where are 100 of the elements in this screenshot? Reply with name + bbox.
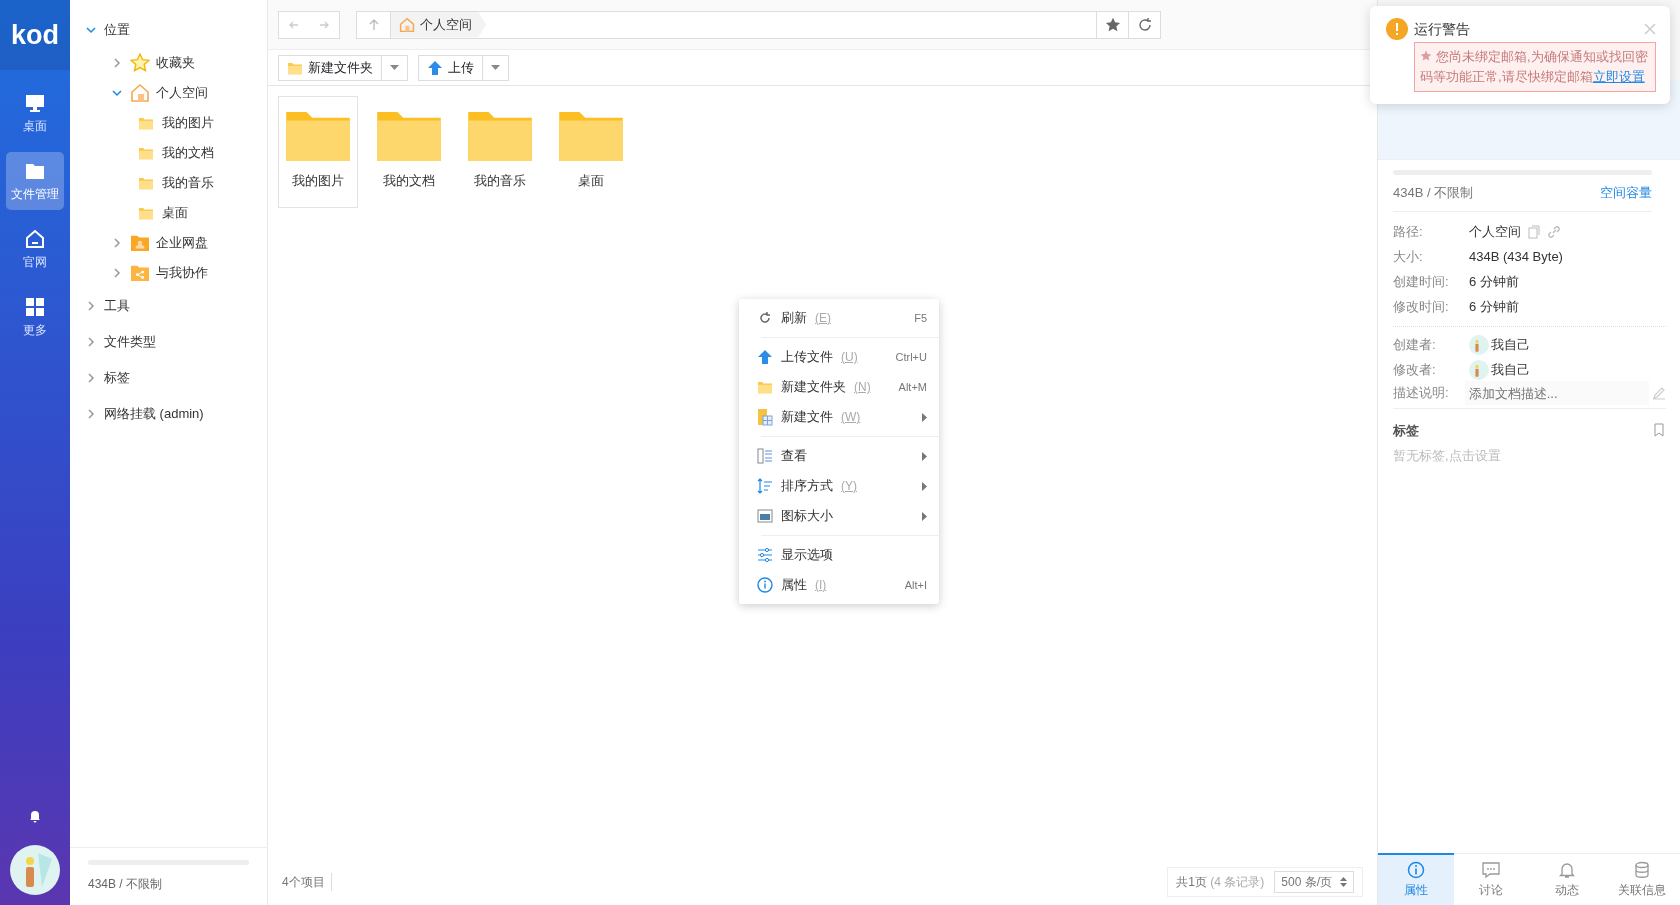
spinner-arrows-icon[interactable] — [1340, 877, 1347, 887]
sort-icon — [757, 478, 773, 494]
tree-item[interactable]: 与我协作 — [70, 258, 267, 288]
tree-item[interactable]: 个人空间 — [70, 78, 267, 108]
home-icon — [130, 83, 150, 103]
database-icon[interactable] — [1633, 860, 1652, 879]
per-page-select[interactable]: 500 条/页 — [1274, 871, 1354, 893]
file-item[interactable]: 我的文档 — [369, 96, 449, 208]
property-label: 修改者: — [1393, 361, 1437, 380]
info-icon[interactable] — [1406, 861, 1425, 879]
menu-item[interactable]: 排序方式 (Y) — [739, 471, 939, 501]
folder-user-icon — [130, 234, 150, 252]
star-icon — [1420, 50, 1432, 62]
chat-icon[interactable] — [1482, 860, 1501, 879]
sliders-icon — [757, 547, 773, 563]
logo: kod — [0, 0, 70, 70]
property-label: 修改时间: — [1393, 298, 1450, 317]
bell-icon[interactable] — [28, 809, 42, 823]
avatar-icon — [1469, 335, 1489, 355]
menu-item[interactable]: 图标大小 — [739, 501, 939, 531]
folder-icon — [468, 109, 532, 161]
menu-item[interactable]: 属性 (I) Alt+I — [739, 570, 939, 600]
folder-icon — [757, 380, 773, 394]
file-item[interactable]: 我的图片 — [278, 96, 358, 208]
tree-item[interactable]: 我的图片 — [70, 108, 267, 138]
copy-icon[interactable] — [1527, 225, 1541, 239]
avatar-icon[interactable] — [10, 845, 60, 895]
section-title: 标签 — [1393, 421, 1419, 440]
caret-icon[interactable] — [390, 65, 399, 70]
property-value: 434B (434 Byte) — [1469, 248, 1563, 267]
folder-icon — [287, 60, 303, 75]
tree-item[interactable]: 桌面 — [70, 198, 267, 228]
property-label: 路径: — [1393, 223, 1424, 242]
file-icon — [757, 408, 773, 426]
refresh-icon — [759, 312, 771, 324]
property-label: 大小: — [1393, 248, 1424, 267]
nav-item[interactable]: 官网 — [6, 220, 64, 278]
property-value: 我自己 — [1491, 336, 1530, 355]
tree-item[interactable]: 收藏夹 — [70, 48, 267, 78]
property-value: 个人空间 — [1469, 223, 1521, 242]
description-field[interactable]: 添加文档描述... — [1464, 381, 1649, 405]
submenu-arrow-icon — [922, 511, 927, 521]
storage-text: 434B / 不限制 — [1393, 184, 1474, 202]
grid-icon[interactable] — [24, 295, 46, 318]
close-icon[interactable] — [1644, 23, 1656, 35]
home-icon — [399, 16, 415, 33]
folder-icon — [138, 176, 154, 190]
tree-item[interactable]: 位置 — [70, 12, 267, 48]
menu-item[interactable]: 上传文件 (U) Ctrl+U — [739, 342, 939, 372]
folder-icon — [138, 116, 154, 130]
info-icon — [757, 577, 773, 593]
refresh-icon[interactable] — [1136, 16, 1153, 33]
property-value: 6 分钟前 — [1469, 298, 1519, 317]
menu-item[interactable]: 新建文件 (W) — [739, 402, 939, 432]
tree-item[interactable]: 我的文档 — [70, 138, 267, 168]
nav-item[interactable]: 桌面 — [6, 84, 64, 142]
file-item[interactable]: 桌面 — [551, 96, 631, 208]
nav-item[interactable]: 更多 — [6, 288, 64, 346]
submenu-arrow-icon — [922, 412, 927, 422]
star-icon — [130, 53, 150, 73]
upload-icon — [427, 59, 443, 76]
edit-icon[interactable] — [1652, 386, 1666, 400]
tree-item[interactable]: 网络挂载 (admin) — [70, 396, 267, 432]
folder-icon — [559, 109, 623, 161]
tree-item[interactable]: 企业网盘 — [70, 228, 267, 258]
breadcrumb-item[interactable]: 个人空间 — [391, 11, 486, 38]
bookmark-icon[interactable] — [1652, 423, 1666, 438]
tree-item[interactable]: 文件类型 — [70, 324, 267, 360]
storage-link[interactable]: 空间容量 — [1600, 183, 1652, 203]
alert-message: 您尚未绑定邮箱,为确保通知或找回密码等功能正常,请尽快绑定邮箱立即设置 — [1414, 42, 1656, 92]
folder-icon — [138, 146, 154, 160]
caret-icon[interactable] — [491, 65, 500, 70]
file-item[interactable]: 我的音乐 — [460, 96, 540, 208]
home-icon[interactable] — [24, 227, 46, 250]
tab[interactable]: 动态 — [1529, 853, 1605, 905]
list-view-icon — [757, 448, 773, 464]
property-label: 创建时间: — [1393, 273, 1450, 292]
menu-item[interactable]: 刷新 (E) F5 — [739, 303, 939, 333]
address-bar[interactable]: 个人空间 — [356, 10, 1161, 39]
image-icon — [757, 509, 773, 523]
tree-item[interactable]: 工具 — [70, 288, 267, 324]
tree-item[interactable]: 我的音乐 — [70, 168, 267, 198]
property-label: 描述说明: — [1393, 384, 1450, 403]
submenu-arrow-icon — [922, 451, 927, 461]
avatar-icon — [1469, 360, 1489, 380]
folder-icon — [286, 109, 350, 161]
page-info: 共1页 (4 条记录) — [1176, 874, 1265, 891]
tree-item[interactable]: 标签 — [70, 360, 267, 396]
folder-icon — [138, 206, 154, 220]
property-label: 创建者: — [1393, 336, 1437, 355]
submenu-arrow-icon — [922, 481, 927, 491]
star-icon[interactable] — [1104, 16, 1121, 33]
link-icon[interactable] — [1547, 225, 1561, 239]
menu-item[interactable]: 新建文件夹 (N) Alt+M — [739, 372, 939, 402]
tab[interactable]: 讨论 — [1453, 853, 1529, 905]
tab[interactable]: 关联信息 — [1604, 853, 1680, 905]
menu-item[interactable]: 查看 — [739, 441, 939, 471]
menu-item[interactable]: 显示选项 — [739, 540, 939, 570]
item-count: 4个项目 — [282, 873, 332, 891]
warning-icon — [1386, 18, 1408, 40]
